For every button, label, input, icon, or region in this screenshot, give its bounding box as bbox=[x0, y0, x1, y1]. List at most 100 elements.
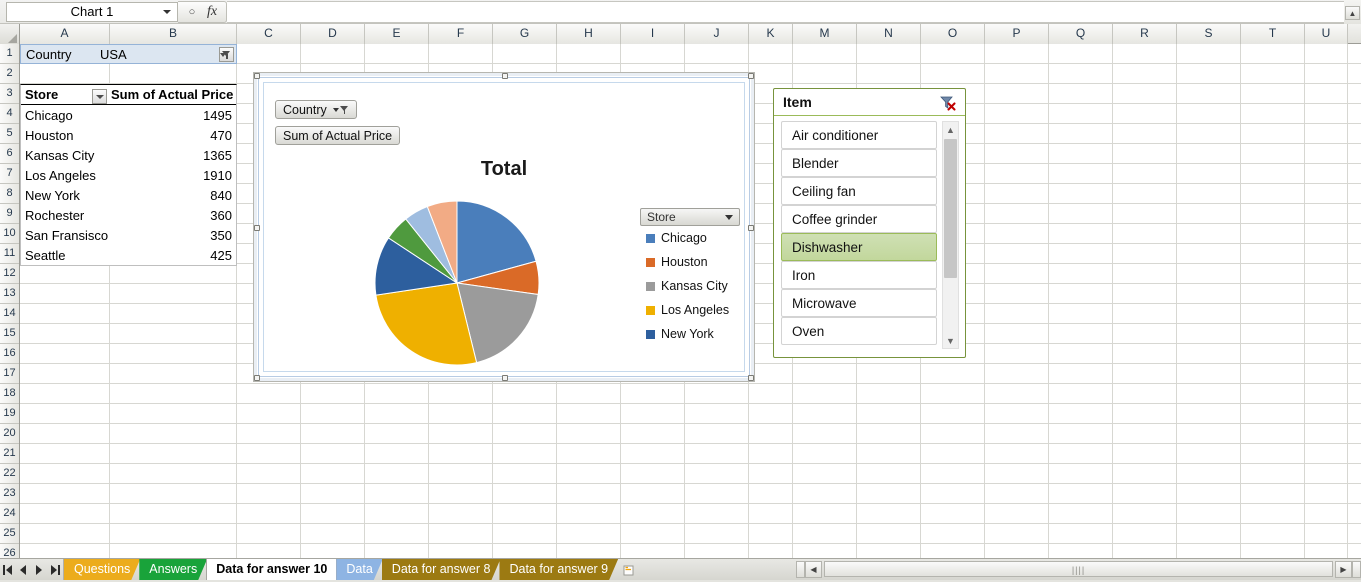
table-row[interactable]: Kansas City 1365 bbox=[21, 145, 236, 165]
chart-handle-top-center[interactable] bbox=[502, 73, 508, 79]
row-header-25[interactable]: 25 bbox=[0, 524, 19, 544]
slicer-list-item[interactable]: Oven bbox=[781, 317, 937, 345]
pivot-header-store[interactable]: Store bbox=[21, 87, 111, 104]
row-header-11[interactable]: 11 bbox=[0, 244, 19, 264]
chevron-down-icon[interactable]: ▼ bbox=[943, 333, 958, 348]
slicer-list-item[interactable]: Iron bbox=[781, 261, 937, 289]
column-header-J[interactable]: J bbox=[685, 24, 749, 44]
row-header-20[interactable]: 20 bbox=[0, 424, 19, 444]
chart-handle-middle-right[interactable] bbox=[748, 225, 754, 231]
sheet-tab[interactable]: Data for answer 9 bbox=[499, 559, 618, 580]
table-row[interactable]: New York 840 bbox=[21, 185, 236, 205]
sheet-tab[interactable]: Data for answer 10 bbox=[206, 559, 338, 580]
table-row[interactable]: San Fransisco 350 bbox=[21, 225, 236, 245]
scroll-up-button[interactable]: ▲ bbox=[1345, 6, 1360, 20]
table-row[interactable]: Chicago 1495 bbox=[21, 105, 236, 125]
name-box-chevron-down-icon[interactable] bbox=[163, 9, 171, 14]
column-header-C[interactable]: C bbox=[237, 24, 301, 44]
row-header-14[interactable]: 14 bbox=[0, 304, 19, 324]
formula-input[interactable] bbox=[227, 0, 1345, 23]
column-header-S[interactable]: S bbox=[1177, 24, 1241, 44]
column-header-R[interactable]: R bbox=[1113, 24, 1177, 44]
row-header-7[interactable]: 7 bbox=[0, 164, 19, 184]
slicer-scrollbar-thumb[interactable] bbox=[944, 139, 957, 278]
chart-field-button-country[interactable]: Country bbox=[275, 100, 357, 119]
slicer-list-item[interactable]: Dishwasher bbox=[781, 233, 937, 261]
row-header-8[interactable]: 8 bbox=[0, 184, 19, 204]
row-header-4[interactable]: 4 bbox=[0, 104, 19, 124]
table-row[interactable]: Los Angeles 1910 bbox=[21, 165, 236, 185]
row-header-21[interactable]: 21 bbox=[0, 444, 19, 464]
split-handle-right[interactable] bbox=[1352, 560, 1361, 578]
column-header-U[interactable]: U bbox=[1305, 24, 1348, 44]
table-row[interactable]: Rochester 360 bbox=[21, 205, 236, 225]
right-arrow-icon[interactable]: ▶ bbox=[1335, 560, 1352, 578]
row-header-22[interactable]: 22 bbox=[0, 464, 19, 484]
slicer-list-item[interactable]: Blender bbox=[781, 149, 937, 177]
column-header-P[interactable]: P bbox=[985, 24, 1049, 44]
column-header-Q[interactable]: Q bbox=[1049, 24, 1113, 44]
row-header-13[interactable]: 13 bbox=[0, 284, 19, 304]
cancel-formula-icon[interactable]: ○ bbox=[182, 3, 202, 21]
column-header-D[interactable]: D bbox=[301, 24, 365, 44]
row-header-24[interactable]: 24 bbox=[0, 504, 19, 524]
store-filter-dropdown-icon[interactable] bbox=[92, 89, 107, 104]
pivot-report-filter[interactable]: Country USA bbox=[20, 44, 237, 64]
sheet-tab[interactable]: Answers bbox=[139, 559, 207, 580]
slicer-list-item[interactable]: Microwave bbox=[781, 289, 937, 317]
row-header-19[interactable]: 19 bbox=[0, 404, 19, 424]
row-header-16[interactable]: 16 bbox=[0, 344, 19, 364]
sheet-tab[interactable]: Data bbox=[336, 559, 382, 580]
chart-handle-bottom-left[interactable] bbox=[254, 375, 260, 381]
column-header-T[interactable]: T bbox=[1241, 24, 1305, 44]
chart-handle-bottom-right[interactable] bbox=[748, 375, 754, 381]
horizontal-scroll-track[interactable]: |||| bbox=[824, 561, 1333, 577]
row-header-6[interactable]: 6 bbox=[0, 144, 19, 164]
row-header-12[interactable]: 12 bbox=[0, 264, 19, 284]
row-header-23[interactable]: 23 bbox=[0, 484, 19, 504]
slicer-list-item[interactable]: Coffee grinder bbox=[781, 205, 937, 233]
column-header-E[interactable]: E bbox=[365, 24, 429, 44]
split-handle-left[interactable] bbox=[796, 560, 805, 578]
name-box[interactable]: Chart 1 bbox=[6, 1, 178, 22]
pie-chart[interactable] bbox=[374, 200, 540, 366]
select-all-corner[interactable] bbox=[0, 24, 20, 44]
column-header-G[interactable]: G bbox=[493, 24, 557, 44]
row-header-2[interactable]: 2 bbox=[0, 64, 19, 84]
new-sheet-icon[interactable] bbox=[617, 559, 641, 580]
legend-item[interactable]: Chicago bbox=[640, 226, 746, 250]
row-header-17[interactable]: 17 bbox=[0, 364, 19, 384]
slicer-list-item[interactable]: Air conditioner bbox=[781, 121, 937, 149]
chart-handle-top-left[interactable] bbox=[254, 73, 260, 79]
table-row[interactable]: Seattle 425 bbox=[21, 245, 236, 265]
next-sheet-icon[interactable] bbox=[35, 564, 44, 575]
left-arrow-icon[interactable]: ◀ bbox=[805, 560, 822, 578]
column-header-N[interactable]: N bbox=[857, 24, 921, 44]
chevron-up-icon[interactable]: ▲ bbox=[943, 122, 958, 137]
column-header-B[interactable]: B bbox=[110, 24, 237, 44]
report-filter-icon[interactable] bbox=[219, 47, 234, 62]
last-sheet-icon[interactable] bbox=[51, 564, 60, 575]
row-header-3[interactable]: 3 bbox=[0, 84, 19, 104]
slicer-list-item[interactable]: Ceiling fan bbox=[781, 177, 937, 205]
first-sheet-icon[interactable] bbox=[3, 564, 12, 575]
legend-item[interactable]: Los Angeles bbox=[640, 298, 746, 322]
pivot-chart-object[interactable]: Country Sum of Actual Price Total Store … bbox=[254, 73, 754, 381]
row-header-5[interactable]: 5 bbox=[0, 124, 19, 144]
chart-handle-bottom-center[interactable] bbox=[502, 375, 508, 381]
chart-handle-top-right[interactable] bbox=[748, 73, 754, 79]
column-header-A[interactable]: A bbox=[20, 24, 110, 44]
row-header-15[interactable]: 15 bbox=[0, 324, 19, 344]
row-header-9[interactable]: 9 bbox=[0, 204, 19, 224]
insert-function-icon[interactable]: fx bbox=[202, 3, 222, 21]
column-header-O[interactable]: O bbox=[921, 24, 985, 44]
slicer-scrollbar[interactable]: ▲ ▼ bbox=[942, 121, 959, 349]
column-header-F[interactable]: F bbox=[429, 24, 493, 44]
legend-item[interactable]: Houston bbox=[640, 250, 746, 274]
column-header-H[interactable]: H bbox=[557, 24, 621, 44]
sheet-tab[interactable]: Data for answer 8 bbox=[382, 559, 501, 580]
sheet-tab[interactable]: Questions bbox=[64, 559, 140, 580]
clear-filter-icon[interactable] bbox=[938, 93, 957, 112]
horizontal-scrollbar[interactable]: ◀ |||| ▶ bbox=[796, 558, 1361, 580]
chart-handle-middle-left[interactable] bbox=[254, 225, 260, 231]
